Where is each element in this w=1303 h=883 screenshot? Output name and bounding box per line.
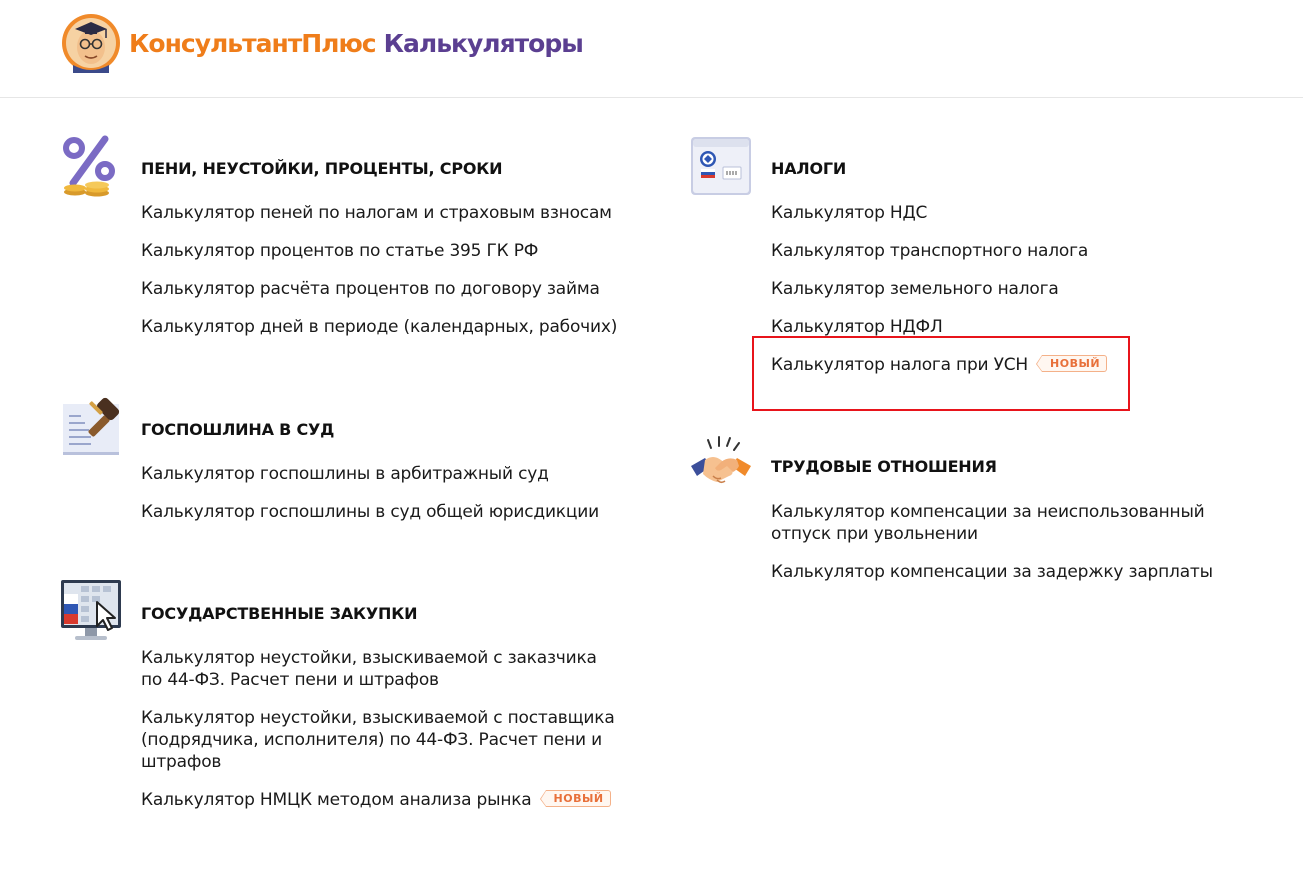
gavel-document-icon — [63, 397, 120, 455]
link-procenty-395[interactable]: Калькулятор процентов по статье 395 ГК Р… — [141, 240, 617, 262]
link-gosposhlina-arbitrazh[interactable]: Калькулятор госпошлины в арбитражный суд — [141, 463, 599, 485]
monitor-cursor-icon — [61, 580, 121, 640]
handshake-icon — [691, 436, 751, 484]
section-gosposhlina: ГОСПОШЛИНА В СУД Калькулятор госпошлины … — [61, 396, 621, 536]
link-transportny-nalog[interactable]: Калькулятор транспортного налога — [771, 240, 1107, 262]
link-zemelny-nalog[interactable]: Калькулятор земельного налога — [771, 278, 1107, 300]
link-ndfl[interactable]: Калькулятор НДФЛ — [771, 316, 1107, 338]
section-title-trud: ТРУДОВЫЕ ОТНОШЕНИЯ — [771, 457, 997, 476]
section-trud: ТРУДОВЫЕ ОТНОШЕНИЯ Калькулятор компенсац… — [691, 436, 1251, 596]
section-title-zakupki: ГОСУДАРСТВЕННЫЕ ЗАКУПКИ — [141, 604, 418, 623]
link-neustoika-postavshik[interactable]: Калькулятор неустойки, взыскиваемой с по… — [141, 707, 621, 773]
link-peni-nalogi[interactable]: Калькулятор пеней по налогам и страховым… — [141, 202, 617, 224]
section-peni: ПЕНИ, НЕУСТОЙКИ, ПРОЦЕНТЫ, СРОКИ Калькул… — [61, 135, 621, 355]
page-header: КонсультантПлюс Калькуляторы — [0, 0, 1303, 98]
consultant-logo-icon[interactable] — [61, 13, 121, 73]
highlight-frame — [752, 336, 1130, 411]
link-gosposhlina-obshaya[interactable]: Калькулятор госпошлины в суд общей юрисд… — [141, 501, 599, 523]
brand-title[interactable]: КонсультантПлюс Калькуляторы — [129, 27, 584, 61]
section-zakupki: ГОСУДАРСТВЕННЫЕ ЗАКУПКИ Калькулятор неус… — [61, 580, 621, 820]
new-badge: НОВЫЙ — [539, 789, 611, 807]
link-nds[interactable]: Калькулятор НДС — [771, 202, 1107, 224]
link-dni-v-periode[interactable]: Калькулятор дней в периоде (календарных,… — [141, 316, 617, 338]
percent-coins-icon — [63, 135, 115, 197]
link-nmck-row: Калькулятор НМЦК методом анализа рынка НО… — [141, 789, 621, 811]
link-nmck[interactable]: Калькулятор НМЦК методом анализа рынка — [141, 790, 532, 810]
link-kompensaciya-zarplata[interactable]: Калькулятор компенсации за задержку зарп… — [771, 561, 1241, 583]
section-title-gosposhlina: ГОСПОШЛИНА В СУД — [141, 420, 335, 439]
link-kompensaciya-otpusk[interactable]: Калькулятор компенсации за неиспользован… — [771, 501, 1241, 545]
brand-calculators: Калькуляторы — [383, 29, 584, 58]
section-title-peni: ПЕНИ, НЕУСТОЙКИ, ПРОЦЕНТЫ, СРОКИ — [141, 159, 503, 178]
link-procenty-zaim[interactable]: Калькулятор расчёта процентов по договор… — [141, 278, 617, 300]
link-neustoika-zakazchik[interactable]: Калькулятор неустойки, взыскиваемой с за… — [141, 647, 621, 691]
brand-consultant: КонсультантПлюс — [129, 29, 377, 58]
tax-terminal-icon — [691, 137, 751, 195]
section-title-nalogi: НАЛОГИ — [771, 159, 847, 178]
